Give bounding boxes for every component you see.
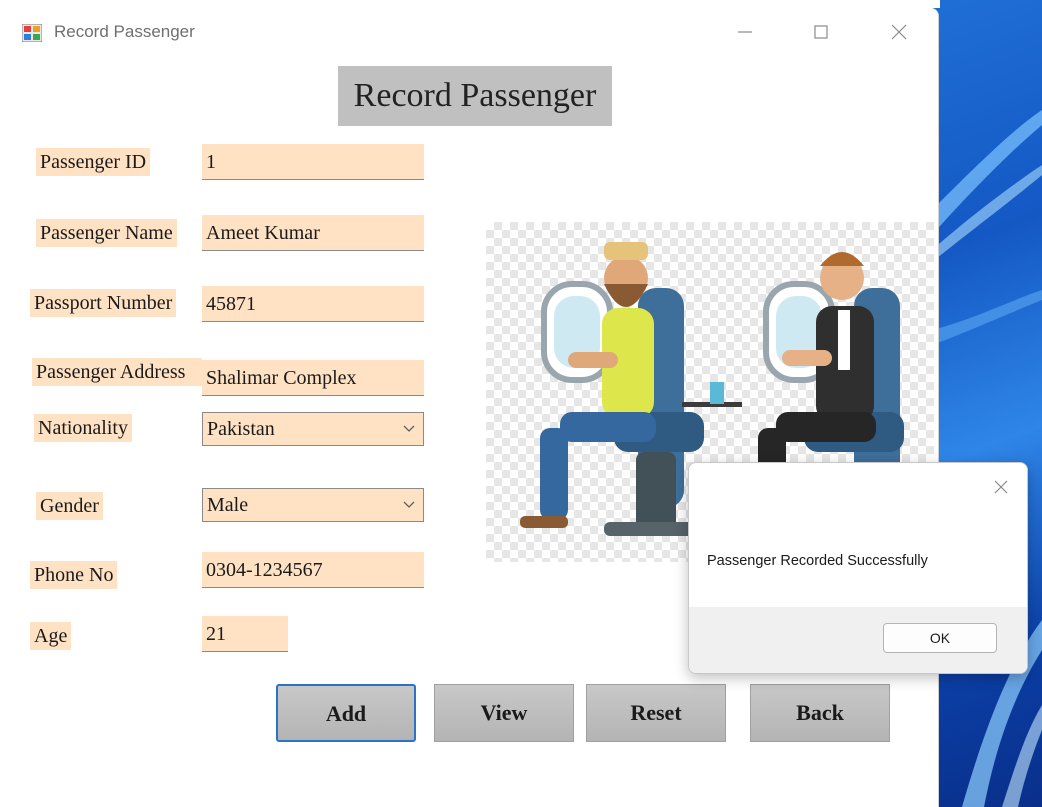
desktop-top-strip (0, 0, 940, 8)
passport-number-input[interactable]: 45871 (202, 286, 424, 322)
age-label: Age (30, 622, 72, 650)
passenger-name-label: Passenger Name (36, 219, 177, 247)
close-icon[interactable] (991, 477, 1011, 497)
form-heading: Record Passenger (338, 66, 612, 126)
back-button[interactable]: Back (750, 684, 890, 742)
passenger-id-label: Passenger ID (36, 148, 151, 176)
dialog-footer: OK (689, 607, 1027, 673)
chevron-down-icon (403, 501, 415, 508)
phone-no-label: Phone No (30, 561, 118, 589)
nationality-select[interactable]: Pakistan (202, 412, 424, 446)
age-input[interactable]: 21 (202, 616, 288, 652)
phone-no-input[interactable]: 0304-1234567 (202, 552, 424, 588)
title-bar[interactable]: Record Passenger (0, 8, 938, 56)
record-passenger-window: Record Passenger Record Passenger Passen… (0, 8, 939, 807)
desktop-wallpaper (932, 0, 1042, 807)
maximize-button[interactable] (798, 16, 844, 48)
add-button[interactable]: Add (276, 684, 416, 742)
dialog-message: Passenger Recorded Successfully (707, 553, 928, 569)
passenger-address-input[interactable]: Shalimar Complex (202, 360, 424, 396)
gender-value: Male (207, 494, 249, 516)
gender-label: Gender (36, 492, 103, 520)
close-button[interactable] (876, 16, 922, 48)
passenger-name-input[interactable]: Ameet Kumar (202, 215, 424, 251)
ok-button[interactable]: OK (883, 623, 997, 653)
passenger-id-input[interactable]: 1 (202, 144, 424, 180)
nationality-value: Pakistan (207, 418, 275, 440)
winforms-app-icon (22, 24, 42, 42)
nationality-label: Nationality (34, 414, 132, 442)
window-title: Record Passenger (54, 22, 195, 41)
minimize-icon (738, 31, 752, 33)
passenger-address-label: Passenger Address (32, 358, 202, 386)
chevron-down-icon (403, 425, 415, 432)
reset-button[interactable]: Reset (586, 684, 726, 742)
maximize-icon (814, 25, 828, 39)
close-icon (891, 24, 907, 40)
success-message-dialog: Passenger Recorded Successfully OK (688, 462, 1028, 674)
minimize-button[interactable] (722, 16, 768, 48)
gender-select[interactable]: Male (202, 488, 424, 522)
view-button[interactable]: View (434, 684, 574, 742)
passport-number-label: Passport Number (30, 289, 177, 317)
